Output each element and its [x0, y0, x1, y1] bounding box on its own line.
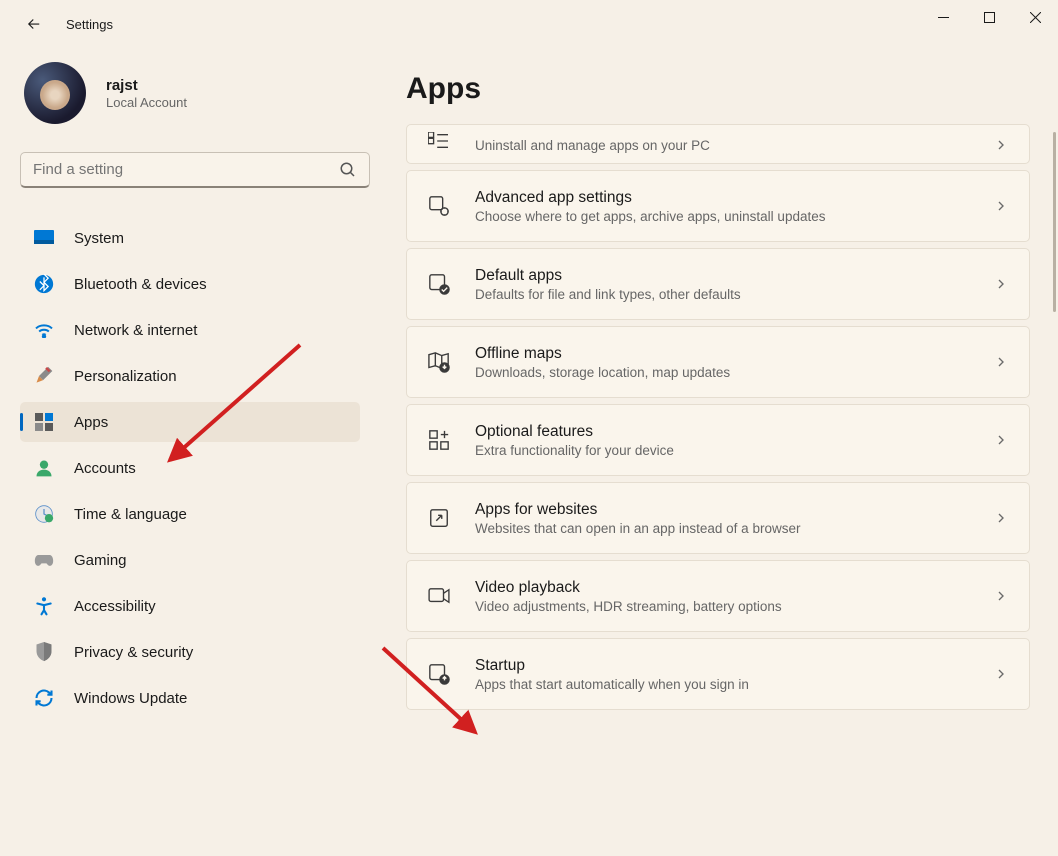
- list-icon: [427, 129, 451, 153]
- chevron-right-icon: [993, 588, 1009, 604]
- card-desc: Websites that can open in an app instead…: [475, 521, 993, 536]
- titlebar: Settings: [0, 0, 1058, 48]
- sidebar-item-accounts[interactable]: Accounts: [20, 448, 360, 488]
- close-button[interactable]: [1012, 0, 1058, 34]
- card-desc: Apps that start automatically when you s…: [475, 677, 993, 692]
- nav-label: Accounts: [74, 460, 136, 477]
- chevron-right-icon: [993, 137, 1009, 153]
- window-title: Settings: [66, 17, 113, 32]
- card-default-apps[interactable]: Default apps Defaults for file and link …: [406, 248, 1030, 320]
- map-download-icon: [427, 350, 451, 374]
- paintbrush-icon: [34, 366, 54, 386]
- chevron-right-icon: [993, 198, 1009, 214]
- chevron-right-icon: [993, 510, 1009, 526]
- sidebar-item-bluetooth[interactable]: Bluetooth & devices: [20, 264, 360, 304]
- card-title: Apps for websites: [475, 501, 993, 519]
- sidebar-item-network[interactable]: Network & internet: [20, 310, 360, 350]
- settings-cards: Uninstall and manage apps on your PC Adv…: [406, 124, 1030, 710]
- sidebar-item-system[interactable]: System: [20, 218, 360, 258]
- window-controls: [920, 0, 1058, 48]
- power-up-icon: [427, 662, 451, 686]
- nav-label: Bluetooth & devices: [74, 276, 207, 293]
- sidebar-item-gaming[interactable]: Gaming: [20, 540, 360, 580]
- nav-label: Privacy & security: [74, 644, 193, 661]
- card-video-playback[interactable]: Video playback Video adjustments, HDR st…: [406, 560, 1030, 632]
- close-icon: [1030, 12, 1041, 23]
- sidebar-item-privacy[interactable]: Privacy & security: [20, 632, 360, 672]
- sidebar-item-personalization[interactable]: Personalization: [20, 356, 360, 396]
- app-gear-icon: [427, 194, 451, 218]
- clock-globe-icon: [34, 504, 54, 524]
- card-desc: Choose where to get apps, archive apps, …: [475, 209, 993, 224]
- card-title: Default apps: [475, 267, 993, 285]
- monitor-icon: [34, 228, 54, 248]
- profile-name: rajst: [106, 77, 187, 94]
- grid-plus-icon: [427, 428, 451, 452]
- arrow-left-icon: [25, 15, 43, 33]
- video-icon: [427, 584, 451, 608]
- minimize-icon: [938, 12, 949, 23]
- maximize-icon: [984, 12, 995, 23]
- card-startup[interactable]: Startup Apps that start automatically wh…: [406, 638, 1030, 710]
- sidebar-item-accessibility[interactable]: Accessibility: [20, 586, 360, 626]
- check-app-icon: [427, 272, 451, 296]
- chevron-right-icon: [993, 432, 1009, 448]
- nav-label: Apps: [74, 414, 108, 431]
- card-optional-features[interactable]: Optional features Extra functionality fo…: [406, 404, 1030, 476]
- nav-label: Accessibility: [74, 598, 156, 615]
- nav-label: Network & internet: [74, 322, 197, 339]
- card-apps-for-websites[interactable]: Apps for websites Websites that can open…: [406, 482, 1030, 554]
- card-desc: Video adjustments, HDR streaming, batter…: [475, 599, 993, 614]
- nav-label: Personalization: [74, 368, 177, 385]
- card-title: Advanced app settings: [475, 189, 993, 207]
- card-desc: Extra functionality for your device: [475, 443, 993, 458]
- card-desc: Defaults for file and link types, other …: [475, 287, 993, 302]
- card-desc: Uninstall and manage apps on your PC: [475, 138, 993, 153]
- search-input[interactable]: [33, 161, 339, 178]
- accessibility-icon: [34, 596, 54, 616]
- chevron-right-icon: [993, 666, 1009, 682]
- search-box[interactable]: [20, 152, 370, 188]
- card-title: Startup: [475, 657, 993, 675]
- card-installed-apps[interactable]: Uninstall and manage apps on your PC: [406, 124, 1030, 164]
- avatar: [24, 62, 86, 124]
- sidebar-item-apps[interactable]: Apps: [20, 402, 360, 442]
- card-advanced-app-settings[interactable]: Advanced app settings Choose where to ge…: [406, 170, 1030, 242]
- maximize-button[interactable]: [966, 0, 1012, 34]
- minimize-button[interactable]: [920, 0, 966, 34]
- card-title: Offline maps: [475, 345, 993, 363]
- card-title: Optional features: [475, 423, 993, 441]
- page-title: Apps: [406, 72, 1030, 106]
- card-title: Video playback: [475, 579, 993, 597]
- main-content: Apps Uninstall and manage apps on your P…: [406, 72, 1030, 826]
- card-offline-maps[interactable]: Offline maps Downloads, storage location…: [406, 326, 1030, 398]
- person-icon: [34, 458, 54, 478]
- chevron-right-icon: [993, 354, 1009, 370]
- nav-label: System: [74, 230, 124, 247]
- refresh-icon: [34, 688, 54, 708]
- sidebar: rajst Local Account System Bluetooth & d…: [20, 62, 370, 724]
- sidebar-item-time-language[interactable]: Time & language: [20, 494, 360, 534]
- sidebar-item-windows-update[interactable]: Windows Update: [20, 678, 360, 718]
- back-button[interactable]: [20, 10, 48, 38]
- shield-icon: [34, 642, 54, 662]
- apps-grid-icon: [34, 412, 54, 432]
- nav-label: Time & language: [74, 506, 187, 523]
- nav-list: System Bluetooth & devices Network & int…: [20, 218, 370, 718]
- profile-type: Local Account: [106, 95, 187, 110]
- nav-label: Windows Update: [74, 690, 187, 707]
- card-desc: Downloads, storage location, map updates: [475, 365, 993, 380]
- gamepad-icon: [34, 550, 54, 570]
- bluetooth-icon: [34, 274, 54, 294]
- search-icon: [339, 161, 357, 179]
- scrollbar[interactable]: [1053, 132, 1056, 312]
- link-out-icon: [427, 506, 451, 530]
- chevron-right-icon: [993, 276, 1009, 292]
- nav-label: Gaming: [74, 552, 127, 569]
- wifi-icon: [34, 320, 54, 340]
- profile-block[interactable]: rajst Local Account: [24, 62, 370, 124]
